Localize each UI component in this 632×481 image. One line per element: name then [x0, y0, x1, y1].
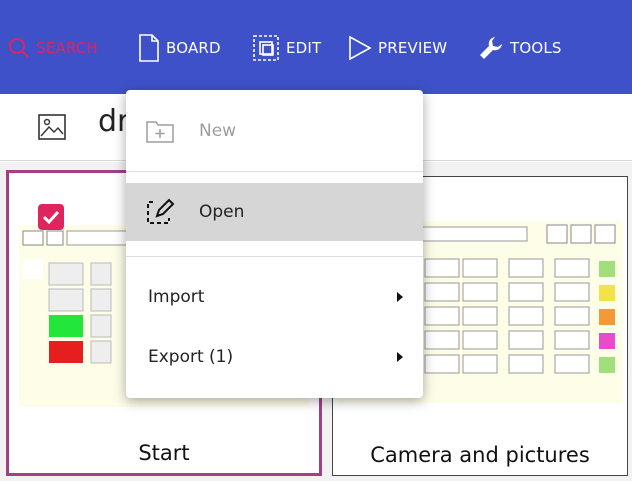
menu-item-label: Open — [199, 202, 245, 222]
checkmark-icon — [42, 210, 60, 225]
play-icon — [349, 35, 372, 61]
menu-item-import[interactable]: Import — [126, 274, 423, 320]
menu-item-label: New — [199, 121, 237, 141]
search-icon — [9, 38, 29, 58]
menu-item-new[interactable]: New — [126, 108, 423, 154]
menu-item-open[interactable]: Open — [126, 183, 423, 241]
selected-checkbox[interactable] — [38, 204, 64, 230]
menu-item-label: Export (1) — [148, 347, 234, 367]
menu-item-label: Import — [148, 287, 205, 307]
top-toolbar: SEARCH BOARD EDIT PREVIEW TOOLS — [0, 0, 632, 94]
board-icon — [139, 34, 159, 62]
tools-label: TOOLS — [510, 39, 562, 57]
search-label: SEARCH — [36, 39, 98, 57]
search-button[interactable]: SEARCH — [8, 28, 98, 68]
board-label: BOARD — [166, 39, 221, 57]
new-folder-icon — [142, 113, 178, 149]
edit-label: EDIT — [286, 39, 322, 57]
menu-item-export[interactable]: Export (1) — [126, 334, 423, 380]
edit-open-icon — [142, 194, 178, 230]
preview-button[interactable]: PREVIEW — [348, 28, 447, 68]
tools-button[interactable]: TOOLS — [478, 28, 562, 68]
menu-divider — [126, 171, 423, 172]
wrench-icon — [480, 37, 502, 59]
board-menu: New Open Import Export (1) — [126, 90, 423, 398]
edit-select-icon — [253, 35, 279, 61]
preview-label: PREVIEW — [378, 39, 448, 57]
board-title[interactable]: dr — [98, 104, 129, 139]
board-button[interactable]: BOARD — [138, 28, 221, 68]
board-tile-label: Start — [138, 441, 190, 465]
chevron-right-icon — [397, 352, 403, 362]
edit-button[interactable]: EDIT — [252, 28, 321, 68]
image-icon[interactable] — [38, 114, 66, 140]
board-tile-label: Camera and pictures — [370, 443, 590, 467]
menu-divider — [126, 256, 423, 257]
chevron-right-icon — [397, 292, 403, 302]
